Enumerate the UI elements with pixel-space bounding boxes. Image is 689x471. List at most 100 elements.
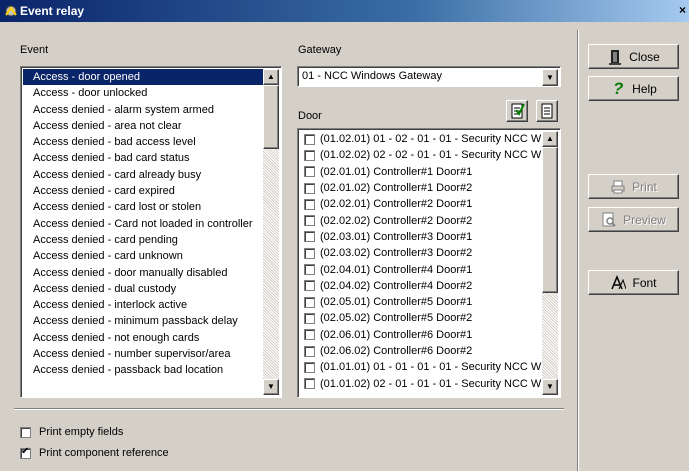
door-list-item[interactable]: (01.01.01) 01 - 01 - 01 - 01 - Security …	[300, 359, 544, 375]
door-list-item[interactable]: (02.02.02) Controller#2 Door#2	[300, 212, 544, 228]
door-checkbox[interactable]	[304, 296, 315, 308]
door-checkbox[interactable]	[304, 264, 315, 276]
door-item-label: (02.04.01) Controller#4 Door#1	[320, 263, 473, 276]
door-list-item[interactable]: (02.03.02) Controller#3 Door#2	[300, 245, 544, 261]
preview-icon	[602, 212, 616, 227]
event-list-item[interactable]: Access - door opened	[23, 69, 265, 86]
preview-button[interactable]: Preview	[588, 207, 679, 232]
event-list-item[interactable]: Access denied - bad access level	[23, 134, 265, 150]
door-list-item[interactable]: (02.04.02) Controller#4 Door#2	[300, 278, 544, 294]
door-list-item[interactable]: (02.01.01) Controller#1 Door#1	[300, 164, 544, 180]
door-checkbox[interactable]	[304, 182, 315, 194]
door-item-label: (02.06.02) Controller#6 Door#2	[320, 345, 473, 357]
door-item-label: (01.02.01) 01 - 02 - 01 - 01 - Security …	[320, 133, 542, 146]
window-title: Event relay	[20, 4, 85, 18]
event-list-item[interactable]: Access denied - not enough cards	[23, 330, 265, 346]
door-item-label: (02.02.01) Controller#2 Door#1	[320, 198, 473, 211]
door-list-item[interactable]: (02.03.01) Controller#3 Door#1	[300, 229, 544, 245]
door-list-item[interactable]: (02.01.02) Controller#1 Door#2	[300, 180, 544, 196]
door-item-label: (01.01.02) 02 - 01 - 01 - 01 - Security …	[320, 377, 542, 390]
door-item-label: (02.01.01) Controller#1 Door#1	[320, 165, 473, 178]
print-component-reference-option[interactable]: Print component reference	[20, 446, 169, 459]
chevron-down-icon[interactable]: ▼	[542, 69, 558, 86]
scroll-up-button[interactable]: ▲	[542, 131, 558, 147]
door-list-item[interactable]: (02.06.01) Controller#6 Door#1	[300, 327, 544, 343]
door-list-item[interactable]: (01.02.01) 01 - 02 - 01 - 01 - Security …	[300, 131, 544, 147]
event-relay-icon	[5, 5, 17, 17]
door-label: Door	[298, 110, 322, 122]
gateway-select[interactable]: 01 - NCC Windows Gateway ▼	[297, 66, 561, 87]
print-component-reference-label: Print component reference	[39, 447, 169, 459]
event-list-item[interactable]: Access denied - Card not loaded in contr…	[23, 216, 265, 232]
event-list-item[interactable]: Access denied - interlock active	[23, 297, 265, 313]
door-list-item[interactable]: (02.06.02) Controller#6 Door#2	[300, 343, 544, 359]
door-item-label: (02.03.01) Controller#3 Door#1	[320, 230, 473, 243]
event-list-item[interactable]: Access denied - area not clear	[23, 118, 265, 134]
print-empty-fields-option[interactable]: Print empty fields	[20, 426, 123, 438]
door-checkbox[interactable]	[304, 312, 315, 324]
event-list-item[interactable]: Access denied - number supervisor/area	[23, 346, 265, 362]
print-component-reference-checkbox[interactable]	[20, 446, 31, 459]
door-checkbox[interactable]	[304, 231, 315, 243]
window-close-button[interactable]: ×	[679, 3, 689, 19]
door-checkbox[interactable]	[304, 345, 315, 357]
font-button[interactable]: Font	[588, 270, 679, 295]
door-list-scrollbar[interactable]: ▲ ▼	[542, 131, 558, 395]
event-list-item[interactable]: Access denied - card expired	[23, 183, 265, 199]
event-list-scrollbar[interactable]: ▲ ▼	[263, 69, 279, 395]
event-list-item[interactable]: Access denied - card lost or stolen	[23, 199, 265, 215]
door-checkbox[interactable]	[304, 361, 315, 373]
door-checkbox[interactable]	[304, 378, 315, 390]
uncheck-all-button[interactable]	[536, 100, 558, 122]
scroll-up-button[interactable]: ▲	[263, 69, 279, 85]
door-list-item[interactable]: (01.01.02) 02 - 01 - 01 - 01 - Security …	[300, 375, 544, 391]
door-checkbox[interactable]	[304, 149, 315, 161]
event-list-item[interactable]: Access denied - bad card status	[23, 150, 265, 166]
door-checkbox[interactable]	[304, 329, 315, 341]
event-list-item[interactable]: Access denied - dual custody	[23, 281, 265, 297]
print-button[interactable]: Print	[588, 174, 679, 199]
door-checkbox[interactable]	[304, 166, 315, 178]
event-list-item[interactable]: Access denied - door manually disabled	[23, 265, 265, 281]
door-checkbox[interactable]	[304, 247, 315, 259]
door-checkbox[interactable]	[304, 280, 315, 292]
font-button-label: Font	[632, 275, 657, 290]
event-list-item[interactable]: Access denied - minimum passback delay	[23, 313, 265, 329]
question-icon: ?	[612, 78, 624, 98]
door-item-label: (02.05.01) Controller#5 Door#1	[320, 296, 473, 309]
door-checkbox[interactable]	[304, 198, 315, 210]
help-button[interactable]: ? Help	[588, 76, 679, 101]
scroll-thumb[interactable]	[263, 85, 279, 149]
door-list-item[interactable]: (02.04.01) Controller#4 Door#1	[300, 261, 544, 277]
door-list[interactable]: (01.02.01) 01 - 02 - 01 - 01 - Security …	[297, 128, 561, 398]
event-list-item[interactable]: Access denied - passback bad location	[23, 362, 265, 378]
close-button[interactable]: Close	[588, 44, 679, 69]
event-list-item[interactable]: Access denied - card pending	[23, 232, 265, 248]
door-exit-icon	[609, 49, 622, 65]
door-list-item[interactable]: (02.02.01) Controller#2 Door#1	[300, 196, 544, 212]
print-empty-fields-checkbox[interactable]	[20, 426, 31, 438]
door-list-item[interactable]: (01.02.02) 02 - 02 - 01 - 01 - Security …	[300, 147, 544, 163]
scroll-down-button[interactable]: ▼	[542, 379, 558, 395]
door-list-item[interactable]: (02.05.02) Controller#5 Door#2	[300, 310, 544, 326]
event-list-item[interactable]: Access denied - card unknown	[23, 248, 265, 264]
event-list[interactable]: Access - door opened Access - door unlock…	[20, 66, 282, 398]
gateway-value: 01 - NCC Windows Gateway	[302, 70, 442, 82]
close-button-label: Close	[629, 49, 660, 64]
door-checkbox[interactable]	[304, 133, 315, 145]
door-checkbox[interactable]	[304, 215, 315, 227]
event-list-item[interactable]: Access denied - card already busy	[23, 167, 265, 183]
event-list-item[interactable]: Access denied - alarm system armed	[23, 102, 265, 118]
check-all-button[interactable]	[506, 100, 528, 122]
door-item-label: (02.01.02) Controller#1 Door#2	[320, 182, 473, 195]
event-list-item[interactable]: Access - door unlocked	[23, 85, 265, 101]
door-item-label: (02.03.02) Controller#3 Door#2	[320, 247, 473, 260]
door-list-item[interactable]: (02.05.01) Controller#5 Door#1	[300, 294, 544, 310]
door-item-label: (01.01.01) 01 - 01 - 01 - 01 - Security …	[320, 361, 542, 374]
scroll-down-button[interactable]: ▼	[263, 379, 279, 395]
scroll-thumb[interactable]	[542, 147, 558, 293]
event-list-items: Access - door opened Access - door unlock…	[23, 69, 265, 379]
vertical-divider	[577, 30, 579, 471]
door-item-label: (01.02.02) 02 - 02 - 01 - 01 - Security …	[320, 149, 542, 162]
font-icon	[611, 274, 627, 289]
